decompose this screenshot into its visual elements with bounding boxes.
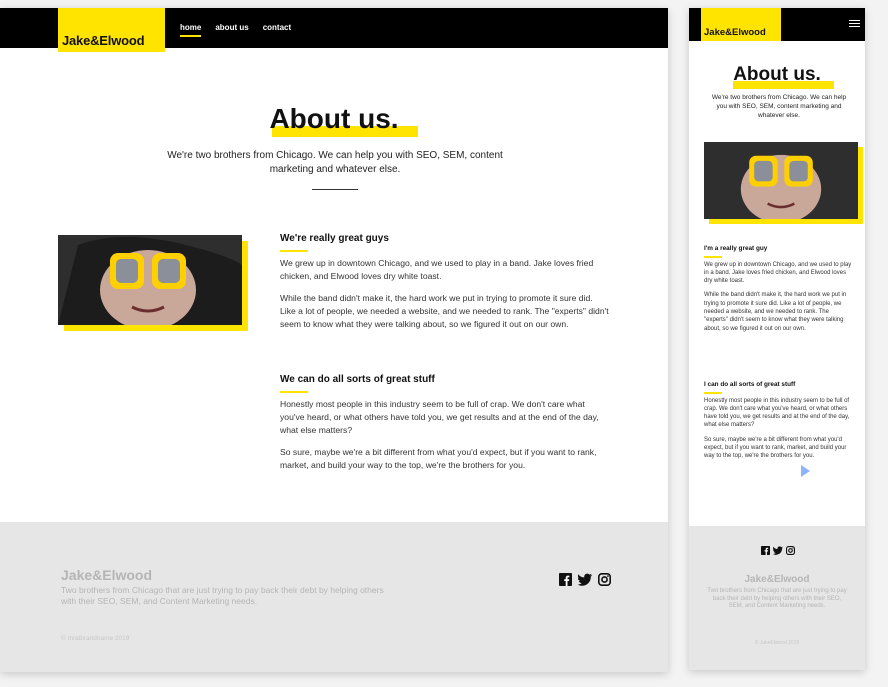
section-paragraph: We grew up in downtown Chicago, and we u… — [704, 261, 852, 285]
section-paragraph: Honestly most people in this industry se… — [280, 399, 599, 435]
mobile-mockup: Jake&Elwood About us. We're two brothers… — [689, 8, 865, 670]
section-great-stuff: We can do all sorts of great stuff Hones… — [280, 374, 610, 481]
footer-brand: Jake&Elwood — [61, 567, 153, 583]
instagram-icon[interactable] — [786, 546, 795, 555]
section-paragraph: So sure, maybe we're a bit different fro… — [280, 447, 597, 470]
profile-photo — [58, 235, 242, 325]
divider — [312, 189, 358, 190]
section-heading: We can do all sorts of great stuff — [280, 374, 435, 385]
section-paragraph: While the band didn't make it, the hard … — [704, 292, 847, 332]
logo-text: Jake&Elwood — [62, 33, 145, 48]
footer-copyright: © mralbrandname 2019 — [61, 635, 130, 642]
nav-contact[interactable]: contact — [263, 23, 291, 32]
nav-links: home about us contact — [180, 23, 291, 37]
instagram-icon[interactable] — [598, 573, 611, 586]
nav-about[interactable]: about us — [215, 23, 248, 32]
hamburger-menu-icon[interactable] — [849, 20, 860, 29]
twitter-icon[interactable] — [578, 573, 592, 586]
mobile-section-great-guy: I'm a really great guy We grew up in dow… — [704, 245, 854, 339]
footer-description: Two brothers from Chicago that are just … — [707, 588, 847, 609]
section-paragraph: While the band didn't make it, the hard … — [280, 293, 609, 329]
footer-brand: Jake&Elwood — [744, 574, 810, 585]
logo-text: Jake&Elwood — [704, 27, 766, 38]
facebook-icon[interactable] — [559, 573, 572, 586]
section-great-guys: We're really great guys We grew up in do… — [280, 233, 610, 340]
facebook-icon[interactable] — [761, 546, 770, 555]
section-paragraph: We grew up in downtown Chicago, and we u… — [280, 258, 594, 281]
section-heading: I'm a really great guy — [704, 245, 768, 252]
page-title: About us. — [733, 64, 821, 85]
cursor-pointer-icon — [801, 465, 810, 477]
footer: Jake&Elwood Two brothers from Chicago th… — [0, 522, 668, 672]
mobile-logo[interactable]: Jake&Elwood — [701, 8, 781, 41]
social-links — [559, 573, 611, 586]
logo[interactable]: Jake&Elwood — [58, 8, 165, 52]
heading-underline — [280, 391, 308, 393]
profile-photo — [704, 142, 858, 219]
mobile-footer: Jake&Elwood Two brothers from Chicago th… — [689, 526, 865, 670]
nav-home[interactable]: home — [180, 23, 202, 37]
goggles-face-image — [704, 142, 858, 219]
hero: About us. — [0, 103, 668, 135]
section-heading: I can do all sorts of great stuff — [704, 381, 796, 388]
mobile-nav: Jake&Elwood — [689, 8, 865, 41]
top-nav: Jake&Elwood home about us contact — [0, 8, 668, 52]
footer-copyright: © JakeElwood 2019 — [754, 640, 800, 646]
page-title: About us. — [269, 103, 399, 134]
section-paragraph: Honestly most people in this industry se… — [704, 397, 850, 429]
heading-underline — [280, 250, 308, 252]
twitter-icon[interactable] — [773, 546, 783, 555]
heading-underline — [704, 392, 722, 394]
hero-subtitle: We're two brothers from Chicago. We can … — [711, 94, 847, 119]
social-links — [761, 546, 795, 555]
mobile-section-great-stuff: I can do all sorts of great stuff Honest… — [704, 381, 854, 467]
goggles-face-image — [58, 235, 242, 325]
heading-underline — [704, 256, 722, 258]
hero-subtitle: We're two brothers from Chicago. We can … — [167, 150, 503, 175]
mobile-hero: About us. — [689, 64, 865, 86]
section-heading: We're really great guys — [280, 233, 389, 244]
section-paragraph: So sure, maybe we're a bit different fro… — [704, 436, 847, 460]
footer-description: Two brothers from Chicago that are just … — [61, 585, 384, 606]
desktop-mockup: Jake&Elwood home about us contact About … — [0, 8, 668, 672]
